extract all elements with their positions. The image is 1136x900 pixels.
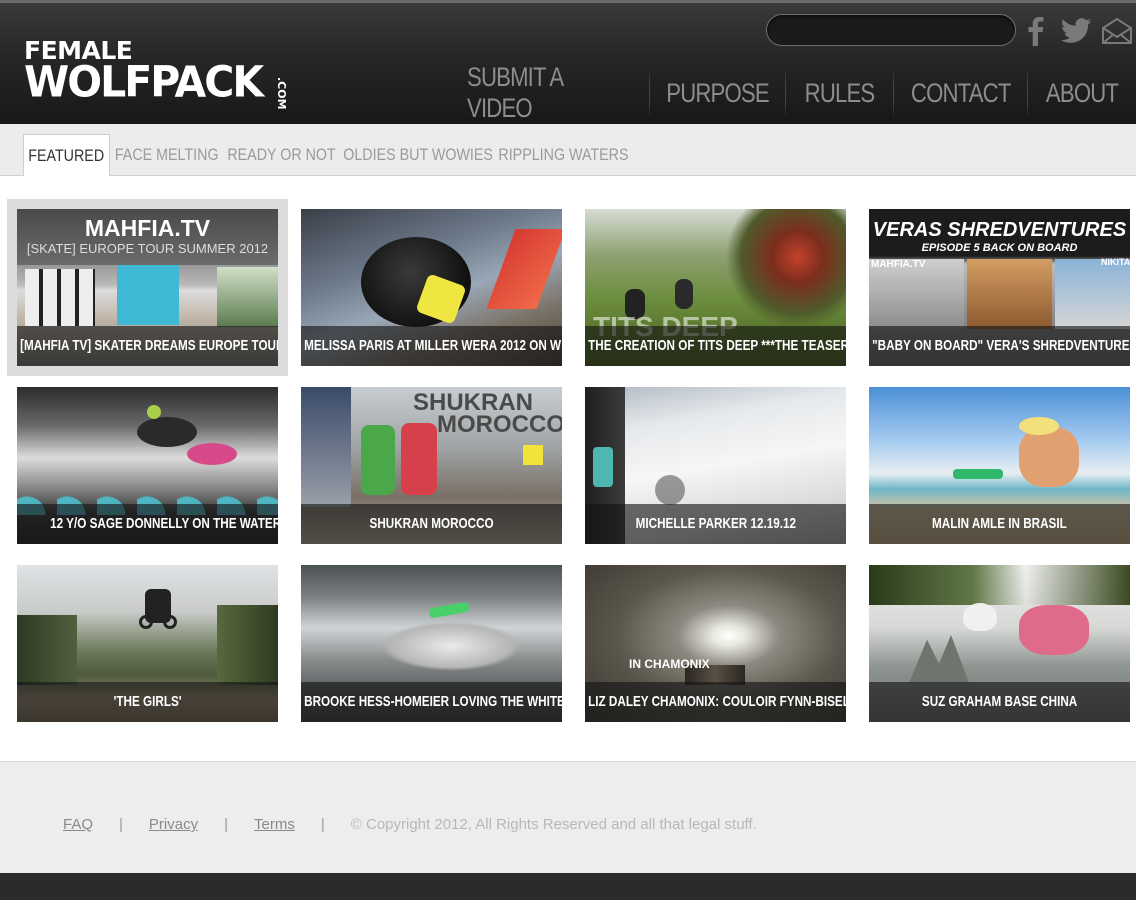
video-card[interactable]: SUZ GRAHAM BASE CHINA [869,565,1130,722]
video-card[interactable]: SHUKRAN MOROCCO SHUKRAN MOROCCO [301,387,562,544]
video-title: SUZ GRAHAM BASE CHINA [869,682,1130,722]
footer-separator: | [224,816,229,833]
video-title: LIZ DALEY CHAMONIX: COULOIR FYNN-BISELX [585,682,846,722]
video-title: [MAHFIA TV] SKATER DREAMS EUROPE TOUR [17,326,278,366]
video-card[interactable]: MALIN AMLE IN BRASIL [869,387,1130,544]
video-title: MICHELLE PARKER 12.19.12 [585,504,846,544]
video-card[interactable]: 'THE GIRLS' [17,565,278,722]
video-card[interactable]: VERAS SHREDVENTURES EPISODE 5 BACK ON BO… [869,209,1130,366]
video-title: MELISSA PARIS AT MILLER WERA 2012 ON W [301,326,562,366]
facebook-icon[interactable] [1024,15,1048,47]
search-input[interactable] [766,14,1016,46]
video-card[interactable]: MELISSA PARIS AT MILLER WERA 2012 ON W [301,209,562,366]
privacy-link[interactable]: Privacy [149,816,198,833]
site-header: FEMALE WOLFPACK .COM SUBMIT A VIDEO PURP… [0,0,1136,124]
logo-line-wolfpack: WOLFPACK [24,56,264,108]
thumbnail-overlay-subtitle: [SKATE] EUROPE TOUR SUMMER 2012 [26,241,269,256]
copyright-text: © Copyright 2012, All Rights Reserved an… [350,816,757,833]
terms-link[interactable]: Terms [254,816,295,833]
footer-separator: | [320,816,325,833]
video-card[interactable]: MAHFIA.TV [SKATE] EUROPE TOUR SUMMER 201… [17,209,278,366]
video-title: THE CREATION OF TITS DEEP ***THE TEASER [585,326,846,366]
video-title: "BABY ON BOARD" VERA'S SHREDVENTURES [869,326,1130,366]
footer-links: FAQ | Privacy | Terms | © Copyright 2012… [63,816,757,833]
thumbnail-overlay-title: IN CHAMONIX [629,657,710,671]
tab-oldies-but-wowies[interactable]: OLDIES BUT WOWIES [343,134,493,176]
email-icon[interactable] [1100,15,1134,47]
tab-rippling-waters[interactable]: RIPPLING WATERS [498,134,628,176]
video-title: 'THE GIRLS' [17,682,278,722]
tab-featured[interactable]: FEATURED [23,134,110,177]
nav-purpose[interactable]: PURPOSE [650,67,785,119]
tab-ready-or-not[interactable]: READY OR NOT [226,134,338,176]
video-card[interactable]: 12 Y/O SAGE DONNELLY ON THE WATER! [17,387,278,544]
video-title: MALIN AMLE IN BRASIL [869,504,1130,544]
nav-submit-video[interactable]: SUBMIT A VIDEO [449,62,649,123]
category-tabs: FEATURED FACE MELTING READY OR NOT OLDIE… [0,124,1136,177]
thumbnail-overlay-brand: NIKITA [1101,257,1130,267]
thumbnail-overlay-subtitle: MOROCCO [437,411,562,438]
site-logo[interactable]: FEMALE WOLFPACK .COM [24,37,314,110]
video-title: 12 Y/O SAGE DONNELLY ON THE WATER! [17,504,278,544]
video-card[interactable]: BROOKE HESS-HOMEIER LOVING THE WHITEW [301,565,562,722]
twitter-icon[interactable] [1058,15,1094,47]
thumbnail-overlay-subtitle: EPISODE 5 BACK ON BOARD [921,242,1078,254]
thumbnail-overlay-title: MAHFIA.TV [84,215,211,241]
site-footer: FAQ | Privacy | Terms | © Copyright 2012… [0,761,1136,873]
logo-line-com: .COM [275,77,288,110]
main-nav: SUBMIT A VIDEO PURPOSE RULES CONTACT ABO… [449,62,1136,123]
video-card[interactable]: IN CHAMONIX LIZ DALEY CHAMONIX: COULOIR … [585,565,846,722]
bottom-bar [0,873,1136,900]
nav-contact[interactable]: CONTACT [894,67,1027,119]
video-grid: MAHFIA.TV [SKATE] EUROPE TOUR SUMMER 201… [0,176,1136,761]
faq-link[interactable]: FAQ [63,816,93,833]
footer-separator: | [119,816,123,833]
nav-about[interactable]: ABOUT [1028,67,1136,119]
video-title: SHUKRAN MOROCCO [301,504,562,544]
video-title: BROOKE HESS-HOMEIER LOVING THE WHITEW [301,682,562,722]
nav-rules[interactable]: RULES [786,67,893,119]
thumbnail-overlay-brand: MAHFIA.TV [871,259,926,270]
video-card[interactable]: MICHELLE PARKER 12.19.12 [585,387,846,544]
video-card[interactable]: TITS DEEP THE CREATION OF TITS DEEP ***T… [585,209,846,366]
tab-face-melting[interactable]: FACE MELTING [112,134,222,176]
thumbnail-overlay-title: VERAS SHREDVENTURES [872,219,1127,241]
